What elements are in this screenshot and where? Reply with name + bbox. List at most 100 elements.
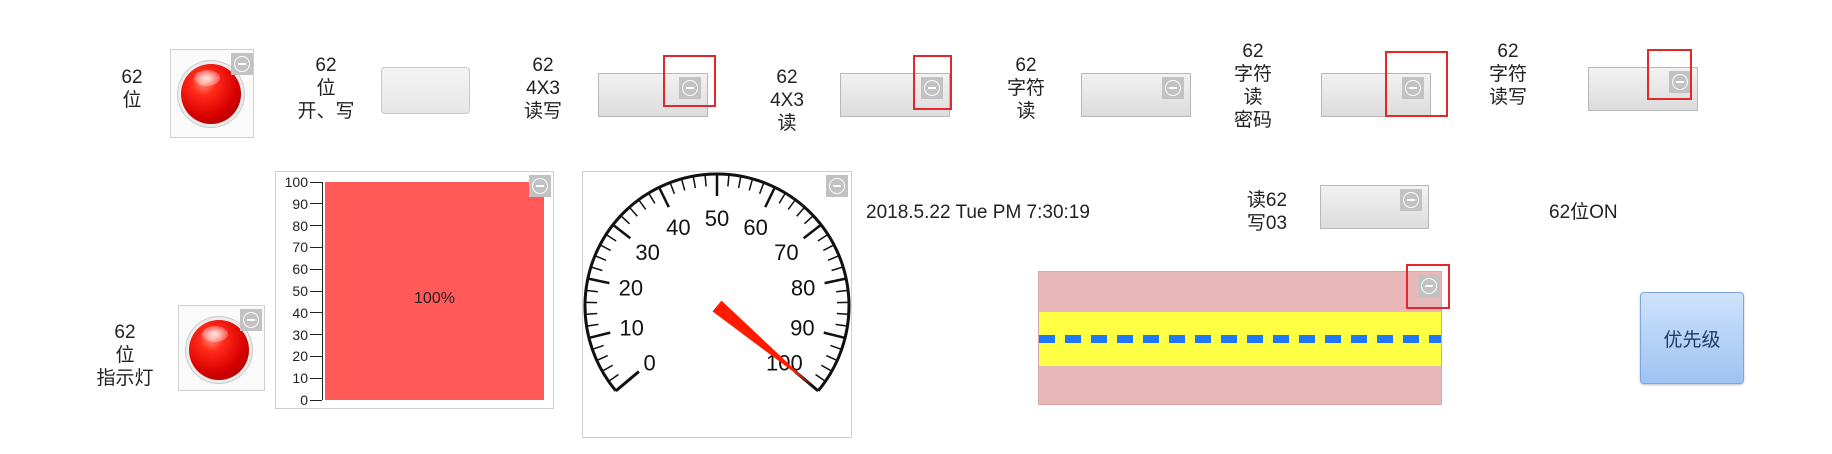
dial-major-tick	[824, 277, 846, 285]
bar-gauge-tick-label: 80	[292, 217, 308, 234]
dial-minor-tick	[822, 244, 834, 252]
dial-minor-tick	[727, 175, 730, 187]
highlight-box	[1647, 49, 1692, 100]
bar-gauge-tick-label: 40	[292, 304, 308, 321]
label-62-bit-open-write: 62 位开、写	[297, 55, 355, 122]
dial-minor-tick	[591, 266, 603, 272]
bar-gauge-tick-label: 30	[292, 326, 308, 343]
bar-gauge-fill: 100%	[325, 182, 544, 400]
label-62-char-readwrite: 62 字符 读写	[1488, 41, 1527, 108]
dial-gauge: 0102030405060708090100	[582, 171, 852, 438]
minus-circle-icon[interactable]	[826, 175, 848, 197]
pipe-flow	[1038, 271, 1442, 405]
label-62-4x3-readwrite: 62 4X3 读写	[523, 55, 562, 122]
indicator-lamp[interactable]	[178, 305, 265, 391]
dial-tick-label: 0	[643, 351, 655, 376]
dial-minor-tick	[681, 179, 686, 191]
dial-minor-tick	[704, 175, 707, 187]
dial-tick-label: 20	[619, 276, 643, 301]
bar-gauge-tick-label: 100	[284, 174, 308, 190]
dial-tick-label: 40	[666, 215, 690, 240]
dial-minor-tick	[737, 177, 742, 189]
dial-minor-tick	[586, 289, 598, 293]
dial-minor-tick	[597, 354, 609, 361]
dial-tick-label: 30	[635, 240, 659, 265]
bar-gauge-tick-label: 50	[292, 283, 308, 299]
minus-circle-icon[interactable]	[1162, 77, 1184, 99]
dial-minor-tick	[595, 255, 607, 261]
minus-circle-icon[interactable]	[529, 175, 551, 197]
dial-minor-tick	[827, 255, 839, 261]
dial-minor-tick	[606, 234, 617, 242]
dial-minor-tick	[638, 200, 647, 210]
dial-minor-tick	[586, 312, 598, 315]
dial-minor-tick	[778, 193, 786, 204]
dial-minor-tick	[820, 364, 832, 372]
bit-62-lamp[interactable]	[170, 49, 254, 138]
dial-minor-tick	[796, 207, 805, 217]
dial-tick-label: 80	[791, 276, 815, 301]
bar-gauge-tick-label: 70	[292, 239, 308, 256]
dial-minor-tick	[831, 266, 843, 272]
dial-gauge-face: 0102030405060708090100	[583, 172, 851, 392]
field-read62-write03[interactable]	[1320, 185, 1429, 229]
bar-gauge-tick-label: 90	[292, 195, 308, 212]
bit-62-open-write-button[interactable]	[381, 67, 470, 114]
dial-minor-tick	[609, 373, 619, 382]
highlight-box	[913, 55, 952, 110]
dial-minor-tick	[836, 312, 848, 315]
dial-major-tick	[764, 187, 776, 208]
dial-major-tick	[823, 331, 845, 339]
highlight-box	[1406, 264, 1450, 309]
bar-gauge-scale: 100 90 80 70 60 50 40 30 20 10 0	[276, 172, 324, 410]
dial-major-tick	[589, 331, 611, 339]
dial-minor-tick	[600, 244, 612, 252]
datetime-display: 2018.5.22 Tue PM 7:30:19	[866, 202, 1090, 223]
dial-tick-label: 10	[619, 315, 643, 340]
dial-minor-tick	[835, 323, 847, 327]
minus-circle-icon[interactable]	[1400, 189, 1422, 211]
dial-minor-tick	[669, 183, 676, 195]
priority-button[interactable]: 优先级	[1640, 292, 1744, 384]
dial-minor-tick	[758, 183, 765, 195]
dial-minor-tick	[692, 177, 697, 189]
dial-minor-tick	[803, 215, 814, 225]
dial-major-tick	[588, 277, 610, 285]
dial-minor-tick	[825, 354, 837, 361]
dial-minor-tick	[602, 364, 614, 372]
bar-gauge-tick-label: 60	[292, 261, 308, 278]
minus-circle-icon[interactable]	[231, 53, 253, 75]
dial-major-tick	[615, 375, 634, 392]
dial-minor-tick	[587, 323, 599, 327]
label-62-bit: 62 位	[121, 67, 143, 111]
highlight-box	[1385, 51, 1448, 117]
bar-gauge-tick-label: 0	[300, 392, 308, 408]
highlight-box	[663, 55, 716, 107]
dial-tick-label: 50	[705, 206, 729, 231]
dial-minor-tick	[836, 289, 848, 293]
label-62-char-read-password: 62 字符读密码	[1233, 41, 1272, 131]
bar-gauge-tick-label: 10	[292, 370, 308, 387]
field-62-char-read[interactable]	[1081, 73, 1191, 117]
minus-circle-icon[interactable]	[240, 309, 262, 331]
dial-minor-tick	[648, 193, 656, 204]
pipe-flow-line	[1039, 335, 1441, 343]
dial-tick-label: 90	[790, 315, 814, 340]
dial-major-tick	[802, 224, 821, 240]
bar-gauge-tick-label: 20	[292, 348, 308, 365]
dial-needle	[712, 300, 812, 386]
bar-gauge: 100 90 80 70 60 50 40 30 20 10 0 100%	[275, 171, 554, 409]
dial-minor-tick	[620, 215, 631, 225]
dial-major-tick	[658, 187, 670, 208]
dial-minor-tick	[817, 234, 828, 242]
dial-minor-tick	[748, 179, 753, 191]
dial-minor-tick	[787, 200, 796, 210]
bar-gauge-value-label: 100%	[414, 290, 455, 307]
dial-minor-tick	[629, 207, 638, 217]
dial-minor-tick	[593, 344, 604, 350]
dial-minor-tick	[815, 373, 825, 382]
label-62-char-read: 62 字符读	[1006, 55, 1045, 122]
label-62-bit-indicator: 62 位指示灯	[96, 322, 154, 389]
label-62-4x3-read: 62 4X3 读	[770, 67, 804, 134]
dial-major-tick	[613, 224, 632, 240]
